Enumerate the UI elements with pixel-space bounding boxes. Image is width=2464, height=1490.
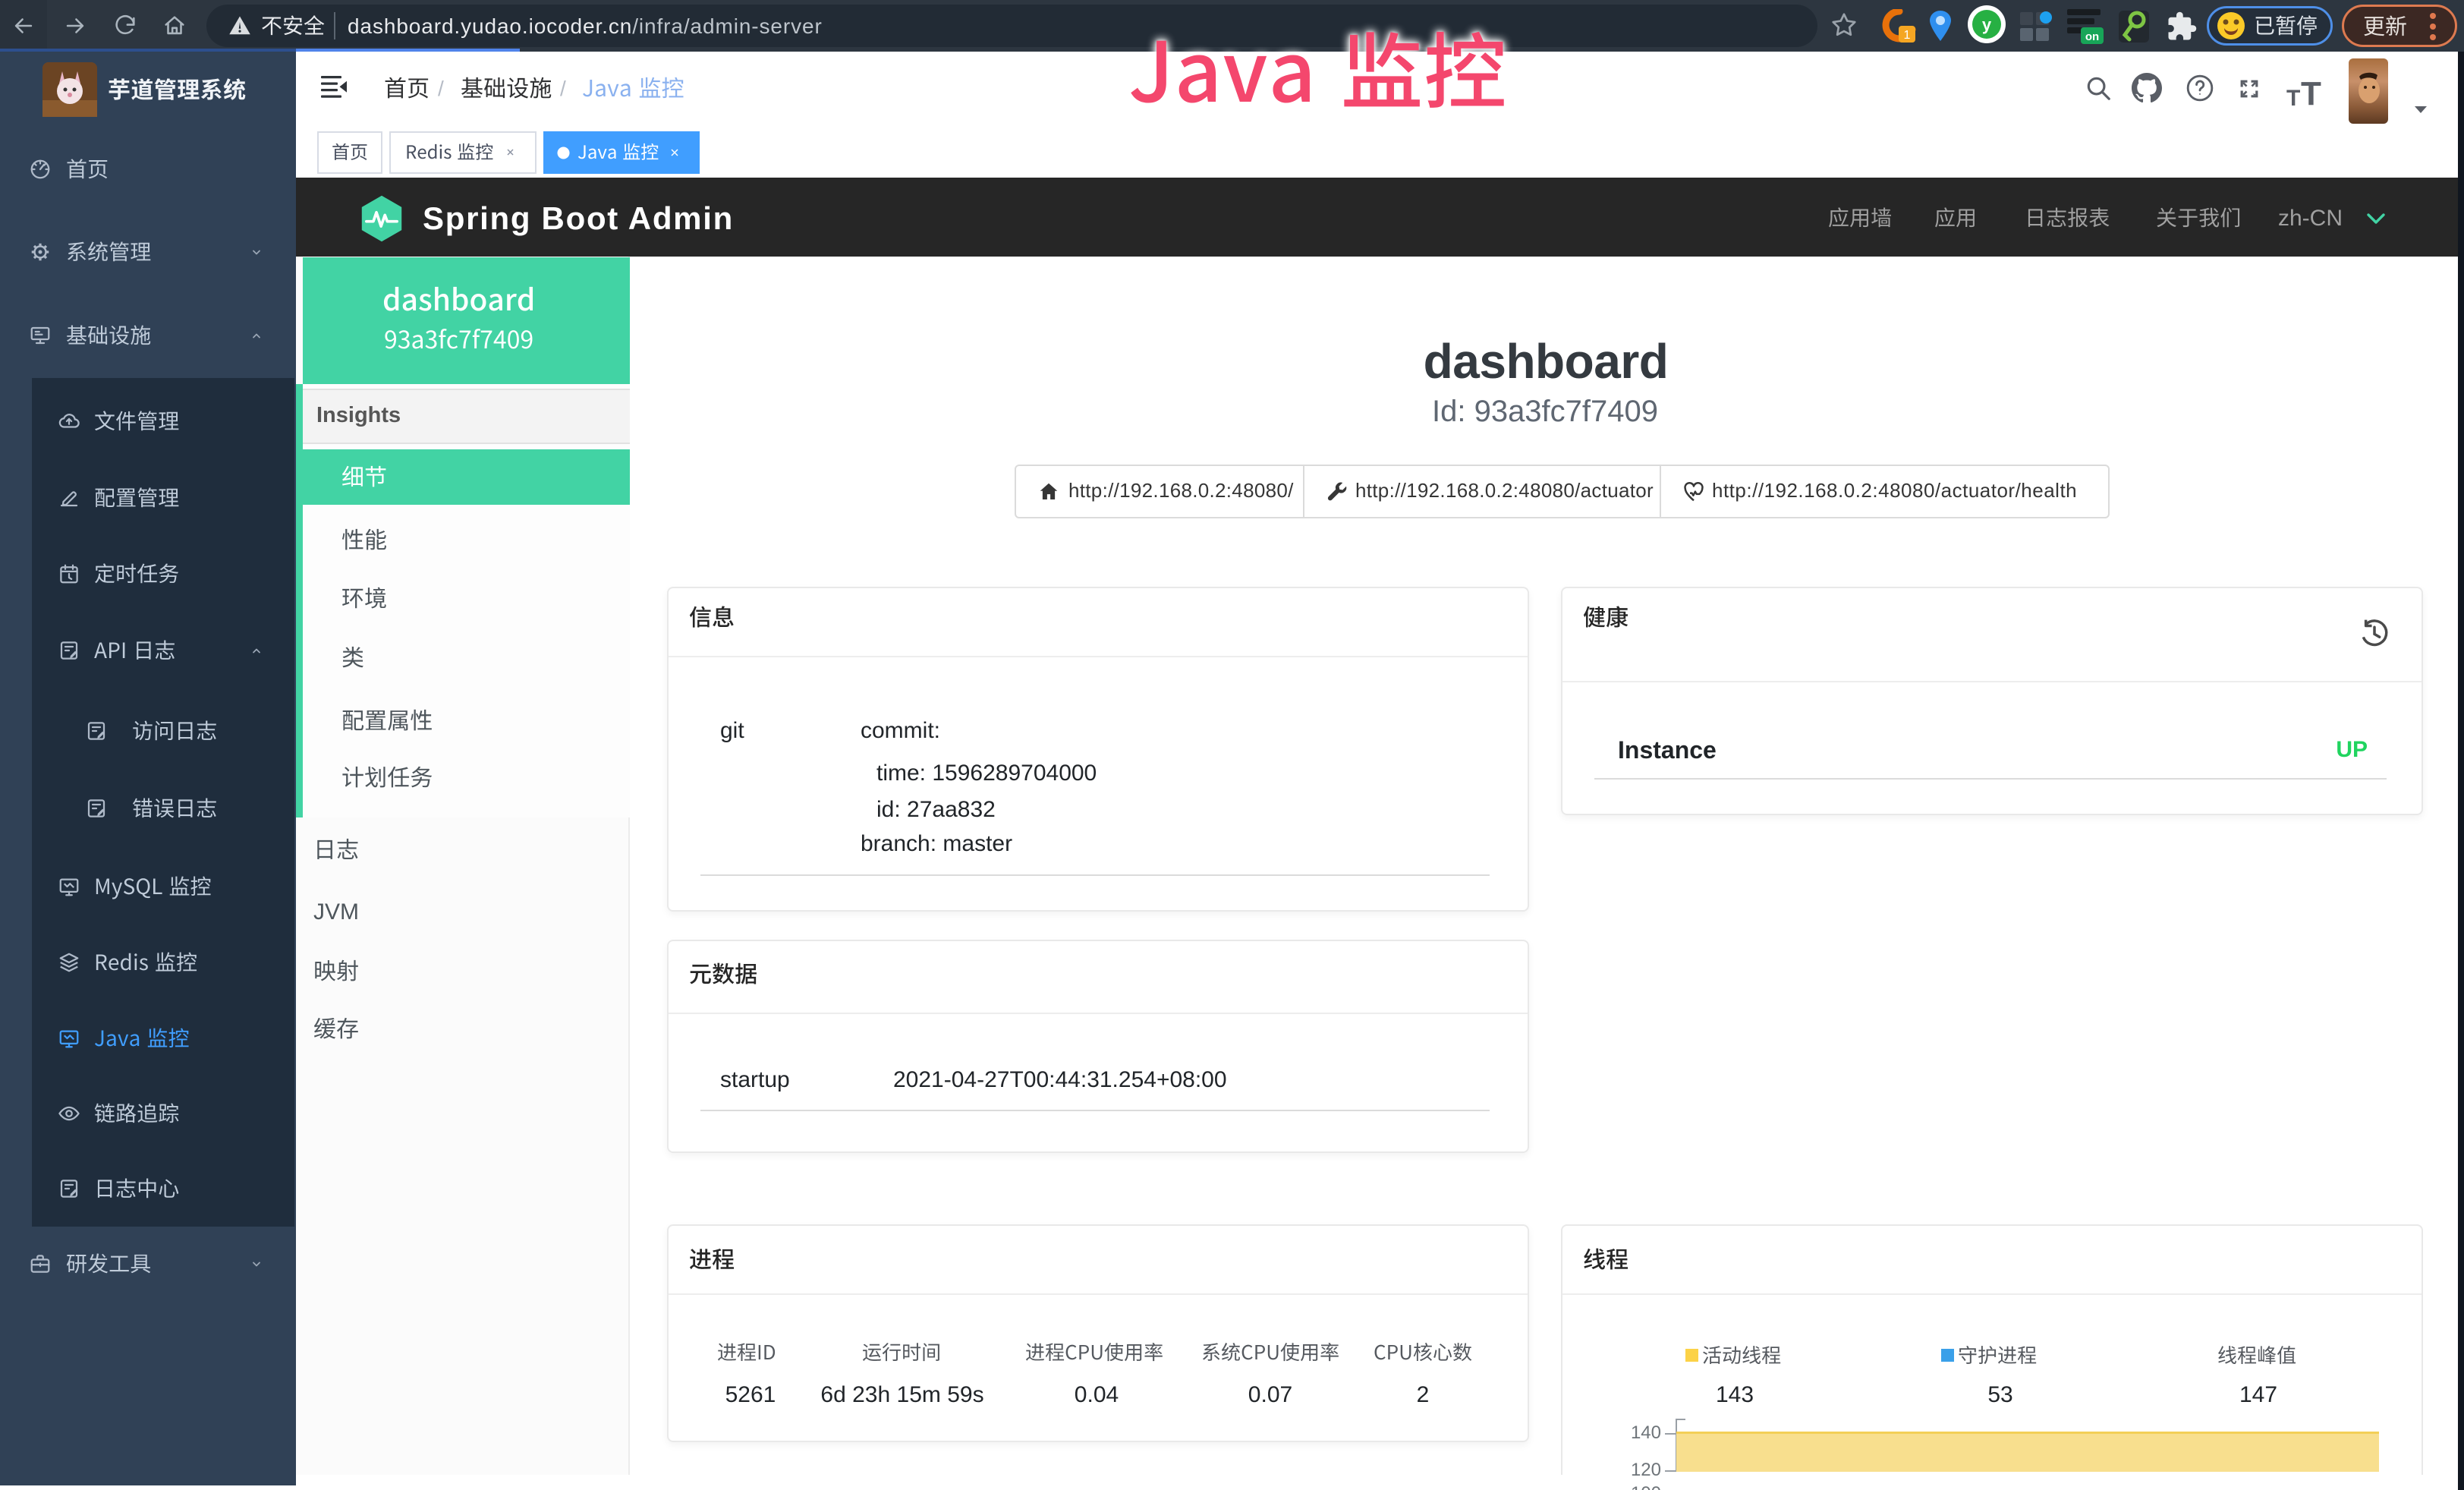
svg-text:on: on — [2085, 30, 2099, 43]
svg-text:y: y — [1982, 15, 1992, 34]
svg-text:1: 1 — [1904, 29, 1911, 42]
